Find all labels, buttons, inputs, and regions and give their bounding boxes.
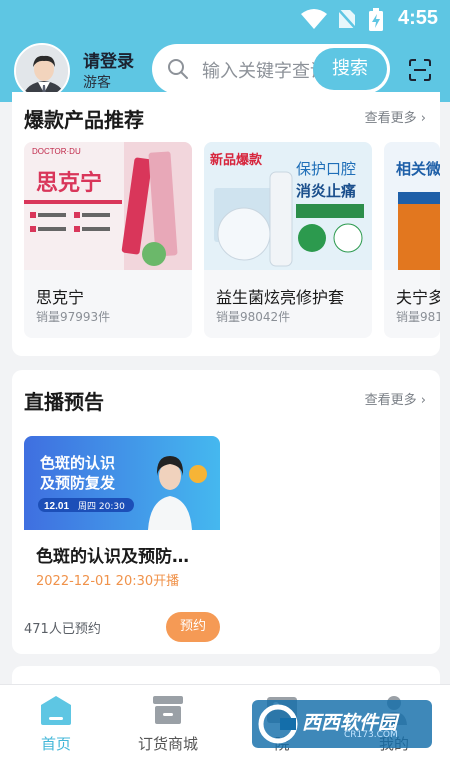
search-icon [168, 59, 188, 79]
hot-products-section: 爆款产品推荐 查看更多 › DOCTOR·DU 思克宁 思克宁 销量97993件 [12, 92, 440, 356]
home-icon [41, 696, 71, 725]
product-name: 益生菌炫亮修护套 [216, 288, 345, 307]
section-title: 直播预告 [24, 390, 104, 414]
chevron-right-icon: › [420, 393, 426, 408]
cover-date: 12.01 [44, 501, 69, 512]
status-time: 4:55 [397, 7, 438, 29]
watermark-url: CR173.COM [344, 730, 398, 740]
section-title: 爆款产品推荐 [24, 108, 144, 132]
view-more-link[interactable]: 查看更多 › [365, 107, 426, 126]
user-avatar-icon [16, 45, 68, 97]
watermark-logo-icon [258, 704, 298, 744]
product-image-title: 相关微 [396, 160, 440, 178]
login-title[interactable]: 请登录 [83, 47, 134, 72]
view-more-label: 查看更多 [364, 111, 417, 126]
wifi-icon [301, 9, 327, 29]
chevron-right-icon: › [420, 111, 426, 126]
product-image-title: 思克宁 [36, 170, 102, 196]
reservation-count: 471人已预约 [24, 622, 101, 637]
live-start-time: 2022-12-01 20:30开播 [36, 574, 180, 589]
tab-store[interactable]: 订货商城 [112, 685, 224, 760]
cover-text-2: 及预防复发 [40, 474, 116, 492]
view-more-link[interactable]: 查看更多 › [365, 389, 426, 408]
live-preview-section: 直播预告 查看更多 › 色斑的认识 及预防复发 12.01 周四 20:30 色… [12, 370, 440, 654]
product-sales: 销量98042件 [216, 310, 291, 324]
tab-label: 订货商城 [137, 735, 198, 753]
avatar[interactable] [14, 43, 70, 99]
search-bar[interactable]: 输入关键字查询 搜索 [152, 44, 390, 94]
battery-charging-icon [369, 8, 383, 31]
product-image: DOCTOR·DU 思克宁 [24, 142, 192, 270]
view-more-label: 查看更多 [364, 393, 417, 408]
product-image: 新品爆款 保护口腔 消炎止痛 [204, 142, 372, 270]
product-image: 相关微 [384, 142, 440, 270]
live-cover-image: 色斑的认识 及预防复发 12.01 周四 20:30 [24, 436, 220, 530]
status-bar: 4:55 [0, 0, 450, 36]
watermark: 西西软件园 CR173.COM [252, 700, 432, 748]
scan-icon[interactable] [409, 59, 431, 81]
product-card[interactable]: DOCTOR·DU 思克宁 思克宁 销量97993件 [24, 142, 192, 338]
product-card[interactable]: 新品爆款 保护口腔 消炎止痛 益生菌炫亮修护套 销量98042件 [204, 142, 372, 338]
tab-label: 首页 [40, 735, 71, 753]
tab-home[interactable]: 首页 [0, 685, 112, 760]
product-name: 夫宁多 [396, 288, 440, 307]
no-sim-icon [337, 8, 357, 30]
product-name: 思克宁 [36, 288, 85, 307]
product-image-subtitle: 消炎止痛 [296, 182, 356, 200]
product-image-brand: DOCTOR·DU [32, 147, 81, 156]
product-image-badge: 新品爆款 [210, 152, 263, 168]
reserve-button[interactable]: 预约 [166, 612, 220, 642]
app-header: 4:55 请登录 游客 输入关键字查询 搜索 [0, 0, 450, 102]
search-button[interactable]: 搜索 [313, 48, 387, 90]
search-input[interactable]: 输入关键字查询 [202, 57, 322, 83]
product-image-title: 保护口腔 [296, 160, 356, 178]
store-icon [153, 696, 183, 724]
cover-text-1: 色斑的认识 [40, 454, 115, 472]
cover-weekday: 周四 20:30 [78, 501, 125, 512]
live-title: 色斑的认识及预防… [36, 547, 189, 567]
user-role: 游客 [83, 75, 111, 91]
product-sales: 销量981 [396, 310, 440, 324]
product-sales: 销量97993件 [36, 310, 111, 324]
product-card[interactable]: 相关微 夫宁多 销量981 [384, 142, 440, 338]
